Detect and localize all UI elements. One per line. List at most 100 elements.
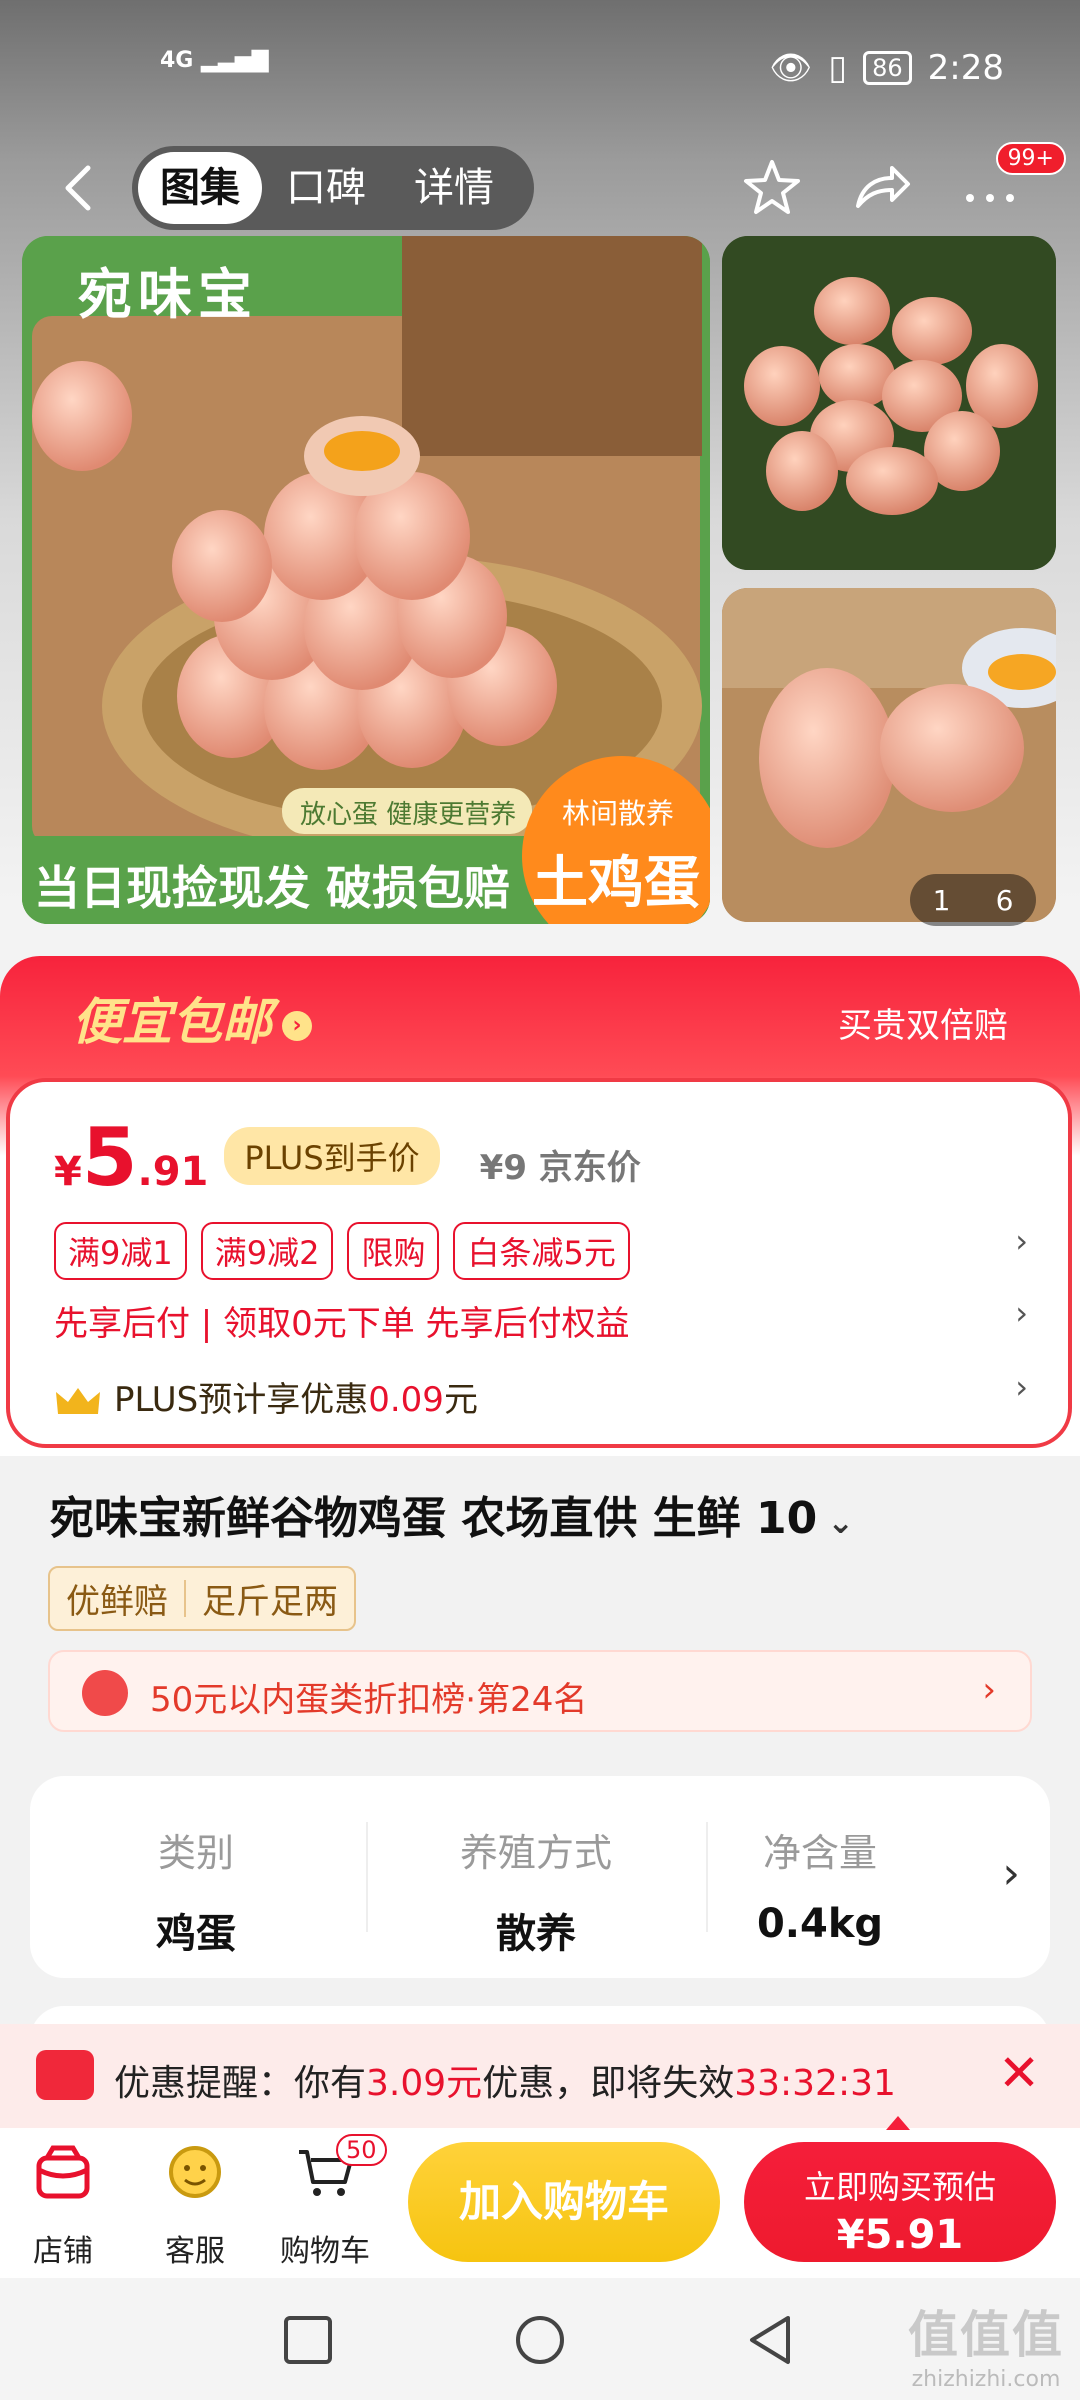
- ranking-banner[interactable]: 50元以内蛋类折扣榜·第24名 ›: [48, 1650, 1032, 1732]
- gallery-tagline: 当日现捡现发 破损包赔: [34, 861, 511, 915]
- top-nav: 图集 口碑 详情 99+: [0, 140, 1080, 236]
- spec-item: 养殖方式 散养: [386, 1822, 686, 1959]
- chevron-right-icon: ›: [282, 1010, 312, 1041]
- spec-card[interactable]: 类别 鸡蛋 养殖方式 散养 净含量 0.4kg ›: [30, 1776, 1050, 1978]
- promo-card: 便宜包邮 › 买贵双倍赔 ¥ 5 .91 PLUS到手价 ¥9 京东价 满9减1 …: [0, 956, 1080, 1456]
- gallery-counter-total: 6: [995, 883, 1014, 917]
- coupon-icon: [36, 2050, 94, 2100]
- price-card: ¥ 5 .91 PLUS到手价 ¥9 京东价 满9减1 满9减2 限购 白条减5…: [6, 1078, 1072, 1448]
- gallery-thumb-2[interactable]: [722, 588, 1056, 922]
- price-decimal: .91: [137, 1149, 209, 1195]
- store-button[interactable]: 店铺: [8, 2140, 118, 2270]
- chevron-down-icon[interactable]: ⌄: [827, 1503, 854, 1541]
- service-tags[interactable]: 优鲜赔 足斤足两: [48, 1566, 356, 1631]
- gallery-counter-current: 1: [932, 883, 951, 917]
- vibrate-icon: ▯: [828, 48, 848, 88]
- spec-item: 类别 鸡蛋: [46, 1822, 346, 1959]
- gallery-main-image[interactable]: 宛味宝 放心蛋 健康更营养 当日现捡现发 破损包赔 林间散养 土鸡蛋: [22, 236, 710, 924]
- spec-value: 鸡蛋: [156, 1911, 236, 1957]
- tab-reviews[interactable]: 口碑: [262, 146, 390, 230]
- eye-icon: 👁: [769, 48, 813, 88]
- chevron-right-icon: ›: [982, 1670, 996, 1710]
- pay-later-row[interactable]: 先享后付 | 领取0元下单 先享后付权益: [54, 1296, 630, 1345]
- network-type: 4G: [160, 48, 194, 73]
- signal-icon: ▂▃▅▇: [193, 48, 269, 73]
- promo-title[interactable]: 便宜包邮 ›: [72, 982, 312, 1054]
- buy-now-label: 立即购买预估: [803, 2168, 996, 2206]
- spec-value: 0.4kg: [756, 1901, 884, 1947]
- product-title[interactable]: 宛味宝新鲜谷物鸡蛋 农场直供 生鲜 10 ⌄: [50, 1482, 854, 1546]
- reminder-countdown: 33:32:31: [734, 2063, 896, 2104]
- service-tag: 优鲜赔: [66, 1582, 168, 1622]
- crown-icon: [56, 1387, 100, 1414]
- jd-price: ¥9 京东价: [479, 1148, 641, 1188]
- gallery-brand: 宛味宝: [78, 263, 258, 326]
- store-icon: [36, 2145, 90, 2199]
- discount-reminder-bar[interactable]: 优惠提醒：你有3.09元优惠，即将失效33:32:31 ✕: [0, 2024, 1080, 2128]
- battery-icon: 86: [863, 51, 912, 85]
- product-title-text: 宛味宝新鲜谷物鸡蛋 农场直供 生鲜 10: [50, 1493, 818, 1544]
- plus-discount-suffix: 元: [443, 1380, 478, 1420]
- plus-discount-value: 0.09: [368, 1380, 444, 1420]
- watermark: 值值值 zhizhizhi.com: [908, 2295, 1064, 2392]
- gallery-tagline-small: 放心蛋 健康更营养: [300, 800, 517, 830]
- gallery-counter: 1 6: [910, 874, 1036, 926]
- home-icon[interactable]: [514, 2314, 566, 2366]
- plus-discount-row[interactable]: PLUS预计享优惠0.09元: [54, 1372, 478, 1421]
- customer-service-label: 客服: [165, 2234, 225, 2269]
- coupon-row[interactable]: 满9减1 满9减2 限购 白条减5元: [54, 1222, 630, 1280]
- promo-title-text: 便宜包邮: [72, 993, 272, 1051]
- view-tabs: 图集 口碑 详情: [132, 146, 534, 230]
- signal-indicator: 4G ▂▃▅▇: [160, 48, 269, 73]
- chevron-right-icon[interactable]: ›: [1015, 1368, 1028, 1406]
- currency-symbol: ¥: [54, 1149, 82, 1195]
- price-guarantee[interactable]: 买贵双倍赔: [838, 998, 1008, 1047]
- back-arrow-icon[interactable]: [52, 160, 108, 216]
- coupon-tag: 满9减1: [54, 1222, 187, 1280]
- cart-count-badge: 50: [336, 2134, 387, 2166]
- two-eggs-illustration: [722, 588, 1056, 922]
- reminder-text: 优惠提醒：你有3.09元优惠，即将失效33:32:31: [114, 2054, 896, 2106]
- back-triangle-icon[interactable]: [744, 2314, 796, 2366]
- store-label: 店铺: [33, 2234, 93, 2269]
- reminder-amount: 3.09元: [366, 2063, 483, 2104]
- cart-label: 购物车: [280, 2234, 370, 2269]
- bottom-action-bar: 店铺 客服 50 购物车 加入购物车 立即购买预估 ¥5.91: [0, 2128, 1080, 2278]
- spec-key: 净含量: [762, 1831, 877, 1875]
- buy-now-button[interactable]: 立即购买预估 ¥5.91: [744, 2142, 1056, 2262]
- watermark-url: zhizhizhi.com: [911, 2367, 1061, 2392]
- chevron-right-icon[interactable]: ›: [1015, 1222, 1028, 1260]
- ranking-text: 50元以内蛋类折扣榜·第24名: [150, 1680, 588, 1720]
- coupon-tag: 白条减5元: [453, 1222, 630, 1280]
- plus-discount-prefix: PLUS预计享优惠: [114, 1380, 369, 1420]
- gallery-badge-main: 土鸡蛋: [532, 851, 700, 916]
- spec-key: 养殖方式: [459, 1831, 612, 1875]
- reminder-middle: 优惠，即将失效: [482, 2063, 735, 2104]
- customer-service-button[interactable]: 客服: [140, 2140, 250, 2270]
- system-nav-bar: 值值值 zhizhizhi.com: [0, 2278, 1080, 2400]
- recent-apps-icon[interactable]: [282, 2314, 334, 2366]
- chevron-right-icon[interactable]: ›: [1002, 1848, 1020, 1899]
- close-icon[interactable]: ✕: [998, 2044, 1040, 2102]
- gallery-thumb-1[interactable]: [722, 236, 1056, 570]
- cart-button[interactable]: 50 购物车: [270, 2134, 387, 2270]
- spec-value: 散养: [496, 1911, 576, 1957]
- add-to-cart-button[interactable]: 加入购物车: [408, 2142, 720, 2262]
- plus-price-tag: PLUS到手价: [224, 1127, 440, 1185]
- eggs-on-grass-illustration: [722, 236, 1056, 570]
- chevron-right-icon[interactable]: ›: [1015, 1294, 1028, 1332]
- favorite-star-icon[interactable]: [740, 156, 804, 220]
- medal-icon: [82, 1670, 128, 1716]
- share-icon[interactable]: [850, 156, 914, 220]
- tab-details[interactable]: 详情: [390, 146, 518, 230]
- clock: 2:28: [927, 48, 1004, 88]
- price-row: ¥ 5 .91 PLUS到手价 ¥9 京东价: [54, 1118, 641, 1201]
- tab-gallery[interactable]: 图集: [138, 152, 262, 224]
- service-tag: 足斤足两: [202, 1582, 338, 1622]
- buy-now-price: ¥5.91: [836, 2212, 964, 2258]
- status-bar: 4G ▂▃▅▇ 👁 ▯ 86 2:28: [0, 40, 1080, 100]
- spec-item: 净含量 0.4kg: [670, 1822, 970, 1947]
- spec-key: 类别: [157, 1831, 234, 1875]
- status-right: 👁 ▯ 86 2:28: [769, 48, 1004, 88]
- watermark-logo: 值值值: [908, 2306, 1064, 2364]
